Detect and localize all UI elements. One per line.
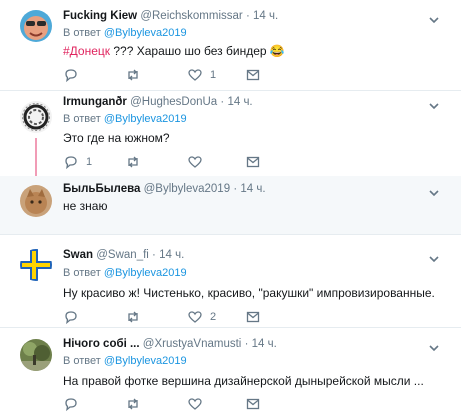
like-count: 1 (210, 69, 217, 81)
heart-icon (188, 398, 202, 410)
tweet-header: БыльБылева @Bylbyleva2019 · 14 ч. (63, 183, 266, 195)
reply-icon (65, 156, 77, 170)
avatar[interactable] (20, 339, 52, 371)
timestamp[interactable]: 14 ч. (240, 183, 265, 195)
hashtag-link[interactable]: #Донецк (63, 44, 110, 58)
direct-message-button[interactable] (245, 309, 261, 325)
user-handle[interactable]: @Reichskommissar (140, 10, 242, 22)
heart-icon (188, 69, 202, 81)
tweet-body: ??? Харашо шо без биндер 😂 (110, 44, 285, 58)
like-button[interactable]: 2 (187, 309, 216, 325)
reply-icon (65, 311, 77, 325)
reply-button[interactable] (63, 396, 86, 412)
chevron-down-icon[interactable] (428, 100, 440, 110)
retweet-button[interactable] (125, 67, 148, 83)
heart-icon (188, 156, 202, 168)
timestamp[interactable]: 14 ч. (252, 338, 277, 350)
reply-button[interactable] (63, 67, 86, 83)
reply-target-link[interactable]: @Bylbyleva2019 (104, 355, 187, 367)
reply-prefix: В ответ (63, 27, 101, 39)
reply-context: В ответ @Bylbyleva2019 (63, 267, 187, 279)
user-handle[interactable]: @XrustyaVnamusti (143, 338, 242, 350)
timestamp[interactable]: 14 ч. (227, 96, 252, 108)
reply-context: В ответ @Bylbyleva2019 (63, 113, 187, 125)
reply-prefix: В ответ (63, 267, 101, 279)
tweet-text: не знаю (63, 199, 108, 213)
retweet-icon (128, 156, 138, 168)
direct-message-button[interactable] (245, 154, 261, 170)
reply-count: 1 (86, 156, 93, 168)
separator-dot: · (152, 249, 156, 261)
display-name[interactable]: Fucking Kiew (63, 10, 137, 22)
avatar[interactable] (20, 10, 52, 42)
tweet-2[interactable]: Irmunganðr @HughesDonUa · 14 ч. В ответ … (0, 91, 461, 183)
display-name[interactable]: Нічого собі ... (63, 338, 140, 350)
user-handle[interactable]: @HughesDonUa (130, 96, 217, 108)
avatar[interactable] (20, 249, 52, 281)
reply-icon (65, 398, 77, 412)
direct-message-button[interactable] (245, 67, 261, 83)
like-button[interactable] (187, 396, 210, 412)
like-button[interactable]: 1 (187, 67, 216, 83)
separator-dot: · (245, 10, 250, 22)
reply-target-link[interactable]: @Bylbyleva2019 (104, 27, 187, 39)
tweet-1[interactable]: Fucking Kiew @Reichskommissar · 14 ч. В … (0, 0, 461, 90)
timestamp[interactable]: 14 ч. (253, 10, 278, 22)
tweet-header: Fucking Kiew @Reichskommissar · 14 ч. (63, 10, 278, 22)
user-handle[interactable]: @Swan_fi (96, 249, 149, 261)
tweet-text: Это где на южном? (63, 131, 170, 145)
chevron-down-icon[interactable] (428, 187, 440, 197)
tweet-3-focused[interactable]: БыльБылева @Bylbyleva2019 · 14 ч. не зна… (0, 176, 461, 234)
reply-target-link[interactable]: @Bylbyleva2019 (104, 113, 187, 125)
chevron-down-icon[interactable] (428, 14, 440, 24)
reply-prefix: В ответ (63, 113, 101, 125)
reply-context: В ответ @Bylbyleva2019 (63, 27, 187, 39)
direct-message-button[interactable] (245, 396, 261, 412)
chevron-down-icon[interactable] (428, 342, 440, 352)
retweet-icon (128, 311, 138, 323)
display-name[interactable]: Swan (63, 249, 93, 261)
heart-icon (188, 311, 202, 323)
timestamp[interactable]: 14 ч. (159, 249, 184, 261)
tweet-text: Ну красиво ж! Чистенько, красиво, "ракуш… (63, 286, 435, 300)
display-name[interactable]: БыльБылева (63, 183, 140, 195)
separator-dot: · (220, 96, 225, 108)
tweet-5[interactable]: Нічого собі ... @XrustyaVnamusti · 14 ч.… (0, 328, 461, 412)
avatar[interactable] (20, 185, 52, 217)
tweet-header: Swan @Swan_fi · 14 ч. (63, 249, 184, 261)
reply-button[interactable] (63, 309, 86, 325)
separator-dot: · (244, 338, 249, 350)
reply-icon (65, 69, 77, 83)
envelope-icon (246, 398, 260, 410)
reply-target-link[interactable]: @Bylbyleva2019 (104, 267, 187, 279)
retweet-button[interactable] (125, 154, 148, 170)
retweet-icon (128, 69, 138, 81)
tweet-actions (63, 396, 303, 412)
separator-dot: · (233, 183, 238, 195)
tweet-header: Irmunganðr @HughesDonUa · 14 ч. (63, 96, 253, 108)
envelope-icon (246, 311, 260, 323)
tweet-header: Нічого собі ... @XrustyaVnamusti · 14 ч. (63, 338, 277, 350)
retweet-button[interactable] (125, 396, 148, 412)
like-button[interactable] (187, 154, 210, 170)
avatar[interactable] (20, 101, 52, 133)
tweet-4[interactable]: Swan @Swan_fi · 14 ч. В ответ @Bylbyleva… (0, 235, 461, 327)
like-count: 2 (210, 311, 217, 323)
tweet-text: #Донецк ??? Харашо шо без биндер 😂 (63, 44, 285, 58)
tweet-actions: 1 (63, 67, 303, 83)
envelope-icon (246, 69, 260, 81)
user-handle[interactable]: @Bylbyleva2019 (144, 183, 230, 195)
retweet-button[interactable] (125, 309, 148, 325)
reply-context: В ответ @Bylbyleva2019 (63, 355, 187, 367)
envelope-icon (246, 156, 260, 168)
tweet-actions: 1 (63, 154, 303, 170)
reply-prefix: В ответ (63, 355, 101, 367)
tweet-actions: 2 (63, 309, 303, 325)
chevron-down-icon[interactable] (428, 253, 440, 263)
tweet-text: На правой фотке вершина дизайнерской дын… (63, 374, 424, 388)
reply-button[interactable]: 1 (63, 154, 92, 170)
retweet-icon (128, 398, 138, 410)
display-name[interactable]: Irmunganðr (63, 96, 127, 108)
